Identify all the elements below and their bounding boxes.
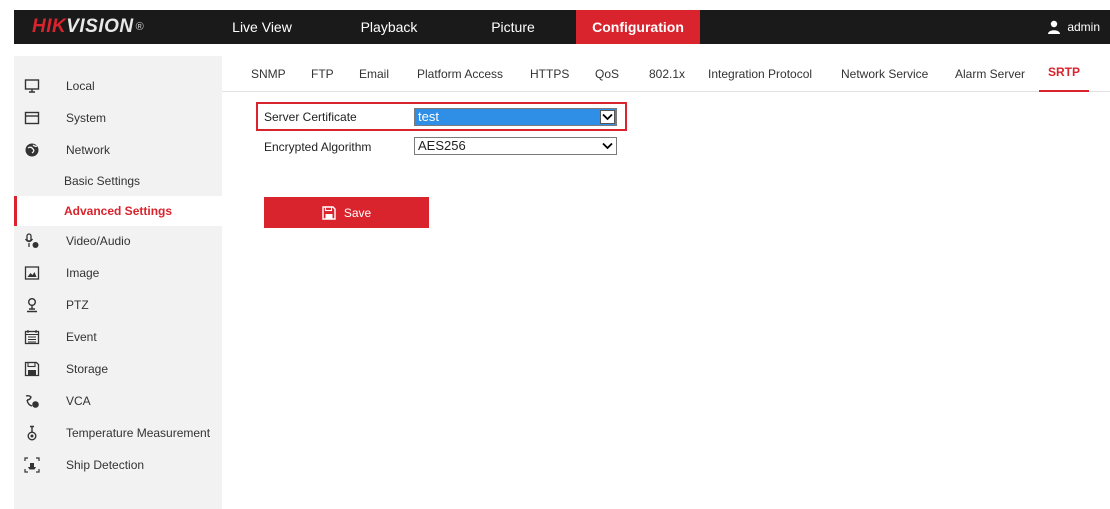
sidebar-item-network[interactable]: Network [14,135,222,165]
sidebar-item-label: Event [66,330,97,344]
sidebar-item-label: Network [66,143,111,157]
tab-network-service[interactable]: Network Service [841,56,928,92]
sidebar-item-label: System [66,111,107,125]
save-button[interactable]: Save [264,197,429,228]
sub-tab-bar: SNMP FTP Email Platform Access HTTPS QoS… [222,56,1110,92]
sidebar-item-video-audio[interactable]: Video/Audio [14,226,222,256]
hikvision-logo: HIK VISION ® [14,10,222,44]
sidebar-item-vca[interactable]: VCA [14,386,222,416]
topnav-configuration[interactable]: Configuration [576,10,700,44]
sidebar: Local System Network Basic Settings Adva… [14,56,222,509]
tab-snmp[interactable]: SNMP [251,56,286,92]
sidebar-item-temperature-measurement[interactable]: Temperature Measurement [14,418,222,448]
top-navigation-bar: HIK VISION ® Live View Playback Picture Co… [14,10,1110,44]
tab-integration-protocol[interactable]: Integration Protocol [708,56,812,92]
topnav-live-view[interactable]: Live View [228,10,296,44]
encrypted-algorithm-select[interactable]: AES256 [414,137,617,155]
user-menu[interactable]: admin [1047,10,1100,44]
sidebar-item-label: Temperature Measurement [66,426,211,440]
sidebar-item-label: Ship Detection [66,458,145,472]
tab-qos[interactable]: QoS [595,56,619,92]
save-icon [322,205,336,220]
system-icon [24,111,40,125]
sidebar-item-label: PTZ [66,298,89,312]
save-button-label: Save [343,205,372,220]
sidebar-item-system[interactable]: System [14,103,222,133]
calendar-icon [24,330,40,345]
sidebar-subitem-label: Basic Settings [64,174,141,188]
server-certificate-value: test [418,109,439,124]
topnav-picture[interactable]: Picture [482,10,544,44]
sidebar-item-label: Storage [66,362,109,376]
sidebar-item-image[interactable]: Image [14,258,222,288]
encrypted-algorithm-value: AES256 [418,138,466,153]
vca-icon [25,394,39,408]
tab-https[interactable]: HTTPS [530,56,569,92]
sidebar-subitem-label: Advanced Settings [64,204,173,218]
topnav-playback[interactable]: Playback [354,10,424,44]
sidebar-item-label: Local [66,79,95,93]
ptz-icon [27,298,37,313]
encrypted-algorithm-label: Encrypted Algorithm [264,140,372,154]
sidebar-item-local[interactable]: Local [14,71,222,101]
sidebar-subitem-advanced-settings[interactable]: Advanced Settings [14,196,222,226]
tab-ftp[interactable]: FTP [311,56,334,92]
ship-detection-icon [24,457,40,473]
microphone-camera-icon [24,233,39,248]
sidebar-subitem-basic-settings[interactable]: Basic Settings [14,166,222,196]
tab-platform-access[interactable]: Platform Access [417,56,503,92]
image-icon [24,266,40,280]
tab-alarm-server[interactable]: Alarm Server [955,56,1025,92]
sidebar-item-label: Video/Audio [66,234,131,248]
thermometer-icon [27,425,37,441]
server-certificate-label: Server Certificate [264,110,357,124]
tab-802-1x[interactable]: 802.1x [649,56,685,92]
logo-text-red: HIK [32,16,67,37]
chevron-down-icon [600,110,615,124]
chevron-down-icon [600,139,615,153]
sidebar-item-ptz[interactable]: PTZ [14,290,222,320]
monitor-icon [24,79,40,93]
floppy-icon [24,361,40,377]
registered-mark: ® [135,21,144,33]
tab-srtp[interactable]: SRTP [1039,56,1089,92]
globe-icon [25,143,39,157]
tab-email[interactable]: Email [359,56,389,92]
sidebar-item-event[interactable]: Event [14,322,222,352]
username: admin [1067,20,1100,34]
user-icon [1048,20,1061,34]
server-certificate-select[interactable]: test [414,108,617,126]
sidebar-item-ship-detection[interactable]: Ship Detection [14,450,222,480]
sidebar-item-storage[interactable]: Storage [14,354,222,384]
logo-text: VISION [66,16,134,37]
sidebar-item-label: VCA [66,394,91,408]
sidebar-item-label: Image [66,266,100,280]
